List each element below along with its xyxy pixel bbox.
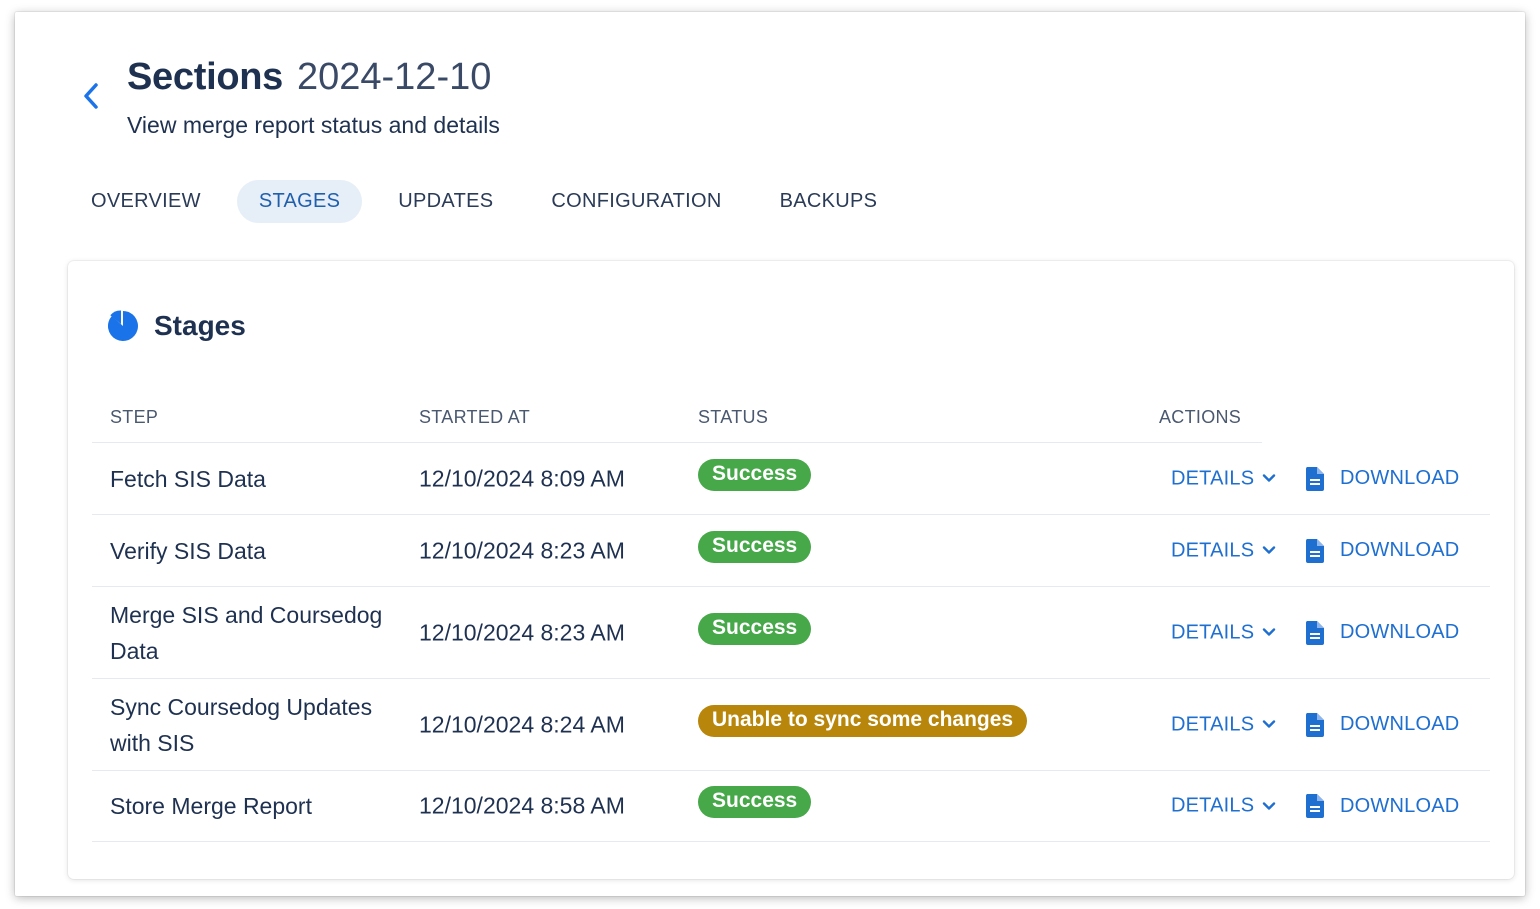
started-at: 12/10/2024 8:23 AM	[419, 537, 625, 563]
details-button[interactable]: DETAILS	[1171, 795, 1276, 818]
step-name: Store Merge Report	[110, 793, 312, 819]
details-label: DETAILS	[1171, 713, 1255, 735]
table-header: STEP STARTED AT STATUS ACTIONS	[92, 395, 1490, 443]
page-subtitle: View merge report status and details	[127, 112, 500, 138]
chevron-down-icon	[1263, 628, 1276, 636]
status-cell: Success	[698, 612, 812, 645]
download-label: DOWNLOAD	[1340, 713, 1460, 735]
file-icon	[1305, 538, 1324, 563]
started-at: 12/10/2024 8:24 AM	[419, 711, 625, 737]
download-button[interactable]: DOWNLOAD	[1304, 712, 1459, 738]
chevron-down-icon	[1263, 474, 1276, 482]
file-icon	[1305, 794, 1324, 818]
column-header-step: STEP	[110, 407, 159, 427]
download-button[interactable]: DOWNLOAD	[1304, 620, 1459, 646]
page-title: Sections 2024-12-10	[127, 56, 491, 99]
started-at: 12/10/2024 8:09 AM	[419, 465, 625, 491]
download-button[interactable]: DOWNLOAD	[1304, 793, 1459, 819]
status-badge: Success	[698, 458, 812, 491]
status-badge: Success	[698, 612, 812, 645]
status-badge: Unable to sync some changes	[698, 704, 1028, 737]
details-button[interactable]: DETAILS	[1171, 467, 1276, 490]
file-icon	[1305, 620, 1324, 645]
details-label: DETAILS	[1171, 794, 1255, 817]
page-title-date: 2024-12-10	[296, 56, 492, 98]
details-label: DETAILS	[1171, 621, 1255, 643]
card-header: Stages	[106, 309, 246, 343]
details-label: DETAILS	[1171, 539, 1255, 561]
card-title: Stages	[154, 310, 246, 341]
step-name: Sync Coursedog Updates with SIS	[110, 693, 373, 756]
chevron-down-icon	[1263, 801, 1276, 810]
step-name: Verify SIS Data	[110, 537, 266, 564]
table-row: Merge SIS and Coursedog Data 12/10/2024 …	[92, 587, 1490, 679]
column-header-actions: ACTIONS	[1159, 407, 1242, 427]
download-button[interactable]: DOWNLOAD	[1304, 466, 1459, 492]
status-cell: Success	[698, 786, 812, 818]
download-label: DOWNLOAD	[1340, 794, 1460, 817]
download-label: DOWNLOAD	[1340, 621, 1460, 643]
tab-overview[interactable]: OVERVIEW	[69, 180, 223, 223]
tab-stages[interactable]: STAGES	[236, 180, 363, 223]
table-row: Fetch SIS Data 12/10/2024 8:09 AM Succes…	[92, 443, 1490, 515]
status-badge: Success	[698, 786, 812, 818]
started-at: 12/10/2024 8:58 AM	[419, 792, 625, 819]
download-label: DOWNLOAD	[1340, 467, 1460, 489]
stages-table: STEP STARTED AT STATUS ACTIONS Fetch SIS…	[92, 395, 1490, 842]
column-header-status: STATUS	[698, 407, 769, 427]
details-button[interactable]: DETAILS	[1171, 713, 1276, 736]
back-button[interactable]	[79, 80, 103, 112]
details-label: DETAILS	[1171, 467, 1255, 489]
chevron-left-icon	[84, 83, 98, 109]
details-button[interactable]: DETAILS	[1171, 539, 1276, 562]
pie-chart-icon	[107, 310, 138, 341]
status-cell: Unable to sync some changes	[698, 704, 1028, 737]
tab-backups[interactable]: BACKUPS	[758, 180, 900, 223]
details-button[interactable]: DETAILS	[1171, 621, 1276, 644]
started-at: 12/10/2024 8:23 AM	[419, 619, 625, 645]
status-cell: Success	[698, 530, 812, 563]
page-title-text: Sections	[127, 56, 283, 98]
tab-configuration[interactable]: CONFIGURATION	[529, 180, 743, 223]
tab-bar: OVERVIEW STAGES UPDATES CONFIGURATION BA…	[69, 180, 913, 223]
column-header-started-at: STARTED AT	[419, 407, 531, 427]
file-icon	[1305, 466, 1324, 491]
table-row: Store Merge Report 12/10/2024 8:58 AM Su…	[92, 771, 1490, 842]
chevron-down-icon	[1263, 546, 1276, 554]
step-name: Merge SIS and Coursedog Data	[110, 601, 383, 664]
stages-card: Stages STEP STARTED AT STATUS ACTIONS Fe…	[68, 261, 1514, 879]
chevron-down-icon	[1263, 720, 1276, 728]
table-row: Verify SIS Data 12/10/2024 8:23 AM Succe…	[92, 515, 1490, 587]
step-name: Fetch SIS Data	[110, 465, 266, 492]
tab-updates[interactable]: UPDATES	[376, 180, 515, 223]
download-button[interactable]: DOWNLOAD	[1304, 538, 1459, 564]
table-row: Sync Coursedog Updates with SIS 12/10/20…	[92, 679, 1490, 771]
download-label: DOWNLOAD	[1340, 539, 1460, 561]
app-window: Sections 2024-12-10 View merge report st…	[15, 12, 1525, 896]
status-badge: Success	[698, 530, 812, 563]
status-cell: Success	[698, 458, 812, 491]
file-icon	[1305, 712, 1324, 737]
